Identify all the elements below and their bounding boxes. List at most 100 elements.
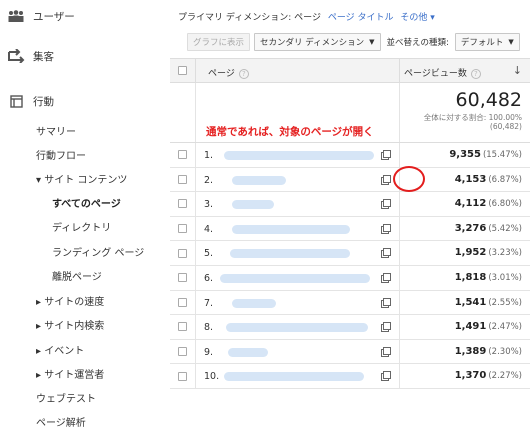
arrows-icon <box>7 49 25 63</box>
external-link-icon[interactable] <box>380 247 392 259</box>
sort-type-label: 並べ替えの種類: <box>386 38 449 48</box>
row-page-cell: 3. <box>195 192 399 216</box>
totals-value-cell: 60,482 全体に対する割合: 100.00% (60,482) <box>399 83 530 142</box>
nav-behavior-label: 行動 <box>33 95 54 108</box>
sidebar-item-in-page-analytics[interactable]: ページ解析 <box>36 414 86 429</box>
redacted-page-path[interactable] <box>230 249 350 259</box>
select-all-checkbox[interactable] <box>178 66 187 75</box>
people-icon <box>7 9 25 23</box>
row-pageviews: 1,952 (3.23%) <box>455 247 522 258</box>
sidebar-item-behavior-flow[interactable]: 行動フロー <box>36 147 86 162</box>
row-checkbox[interactable] <box>178 322 187 332</box>
report-main: プライマリ ディメンション: ページ ページ タイトル その他 ▾ グラフに表示… <box>170 0 530 434</box>
row-pageviews: 1,389 (2.30%) <box>455 346 522 357</box>
sidebar-item-directory[interactable]: ディレクトリ <box>52 219 111 234</box>
secondary-dimension-dropdown[interactable]: セカンダリ ディメンション ▼ <box>254 33 381 51</box>
external-link-icon[interactable] <box>380 223 392 235</box>
nav-users[interactable]: ユーザー <box>0 6 75 26</box>
sort-type-dropdown[interactable]: デフォルト ▼ <box>454 33 520 51</box>
column-page[interactable]: ページ? <box>208 66 249 79</box>
table-row[interactable]: 7. 1,541 (2.55%) <box>170 290 530 316</box>
table-row[interactable]: 4. 3,276 (5.42%) <box>170 216 530 242</box>
nav-acquisition[interactable]: 集客 <box>0 46 54 66</box>
row-checkbox[interactable] <box>178 248 187 258</box>
sidebar-item-exit-pages[interactable]: 離脱ページ <box>52 268 102 283</box>
annotation-note: 通常であれば、対象のページが開く <box>206 126 374 138</box>
sidebar-item-site-search[interactable]: ▸ サイト内検索 <box>36 317 104 332</box>
row-checkbox[interactable] <box>178 224 187 234</box>
dimension-other-dropdown[interactable]: その他 ▾ <box>400 13 434 23</box>
row-page-cell: 8. <box>195 315 399 339</box>
external-link-icon[interactable] <box>380 321 392 333</box>
row-checkbox[interactable] <box>178 150 187 160</box>
external-link-icon[interactable] <box>380 198 392 210</box>
dimension-page[interactable]: ページ <box>294 13 321 23</box>
header-page-cell: ページ? <box>195 59 399 82</box>
sidebar-item-all-pages[interactable]: すべてのページ <box>52 195 121 210</box>
sidebar-item-site-speed[interactable]: ▸ サイトの速度 <box>36 293 104 308</box>
row-checkbox[interactable] <box>178 174 187 184</box>
row-rank: 1. <box>204 150 214 161</box>
row-page-cell: 1. <box>195 143 399 167</box>
total-percent-value: (60,482) <box>489 122 522 131</box>
row-rank: 7. <box>204 297 214 309</box>
table-row[interactable]: 3. 4,112 (6.80%) <box>170 192 530 217</box>
sidebar-item-publisher[interactable]: ▸ サイト運営者 <box>36 366 104 381</box>
redacted-page-path[interactable] <box>226 323 368 333</box>
nav-behavior[interactable]: 行動 <box>0 91 54 111</box>
row-page-cell: 4. <box>195 216 399 241</box>
table-row[interactable]: 6. 1,818 (3.01%) <box>170 265 530 291</box>
column-pageviews[interactable]: ページビュー数? <box>404 66 481 79</box>
row-pageviews-value: 3,276 <box>454 222 487 234</box>
totals-row: 通常であれば、対象のページが開く 60,482 全体に対する割合: 100.00… <box>170 83 530 143</box>
help-icon[interactable]: ? <box>470 68 481 79</box>
redacted-page-path[interactable] <box>228 347 268 357</box>
row-rank: 2. <box>204 174 214 186</box>
header-checkbox-cell <box>170 59 195 82</box>
external-link-icon[interactable] <box>380 174 392 186</box>
row-checkbox[interactable] <box>178 347 187 357</box>
redacted-page-path[interactable] <box>224 151 374 160</box>
external-link-icon[interactable] <box>380 149 392 161</box>
redacted-page-path[interactable] <box>232 175 286 185</box>
row-pageviews-value: 4,153 <box>454 173 487 185</box>
row-pageviews: 3,276 (5.42%) <box>455 223 522 234</box>
row-views-cell: 1,952 (3.23%) <box>399 241 530 265</box>
row-pageviews-value: 1,541 <box>454 296 487 308</box>
row-checkbox[interactable] <box>178 371 187 381</box>
row-checkbox[interactable] <box>178 199 187 209</box>
dimension-page-title[interactable]: ページ タイトル <box>328 13 394 23</box>
sidebar-item-events[interactable]: ▸ イベント <box>36 342 84 357</box>
row-pageviews-percent: (2.55%) <box>488 297 522 308</box>
table-row[interactable]: 1. 9,355 (15.47%) <box>170 143 530 168</box>
redacted-page-path[interactable] <box>232 224 350 234</box>
sidebar-item-landing-pages[interactable]: ランディング ページ <box>52 244 144 259</box>
redacted-page-path[interactable] <box>224 372 364 382</box>
redacted-page-path[interactable] <box>232 298 276 308</box>
sidebar-item-experiments[interactable]: ウェブテスト <box>36 390 96 405</box>
sidebar-item-summary[interactable]: サマリー <box>36 123 76 138</box>
redacted-page-path[interactable] <box>220 273 370 283</box>
table-row[interactable]: 8. 1,491 (2.47%) <box>170 315 530 340</box>
table-row[interactable]: 10. 1,370 (2.27%) <box>170 364 530 389</box>
row-checkbox-cell <box>170 241 195 265</box>
external-link-icon[interactable] <box>380 370 392 382</box>
table-row[interactable]: 9. 1,389 (2.30%) <box>170 339 530 365</box>
row-views-cell: 9,355 (15.47%) <box>399 143 530 167</box>
row-pageviews-percent: (3.23%) <box>488 248 522 259</box>
help-icon[interactable]: ? <box>238 68 249 79</box>
plot-rows-button[interactable]: グラフに表示 <box>187 33 251 51</box>
sort-down-icon[interactable]: ↓ <box>513 64 522 77</box>
row-checkbox[interactable] <box>178 273 187 283</box>
external-link-icon[interactable] <box>380 346 392 358</box>
table-row[interactable]: 2. 4,153 (6.87%) <box>170 167 530 193</box>
external-link-icon[interactable] <box>380 297 392 309</box>
row-checkbox[interactable] <box>178 297 187 307</box>
table-toolbar: グラフに表示 セカンダリ ディメンション ▼ 並べ替えの種類: デフォルト ▼ <box>187 33 520 51</box>
table-row[interactable]: 5. 1,952 (3.23%) <box>170 241 530 266</box>
redacted-page-path[interactable] <box>232 200 274 210</box>
external-link-icon[interactable] <box>380 272 392 284</box>
row-pageviews: 9,355 (15.47%) <box>449 149 522 160</box>
row-pageviews: 1,491 (2.47%) <box>455 321 522 332</box>
sidebar-item-site-content[interactable]: ▾ サイト コンテンツ <box>36 171 127 186</box>
